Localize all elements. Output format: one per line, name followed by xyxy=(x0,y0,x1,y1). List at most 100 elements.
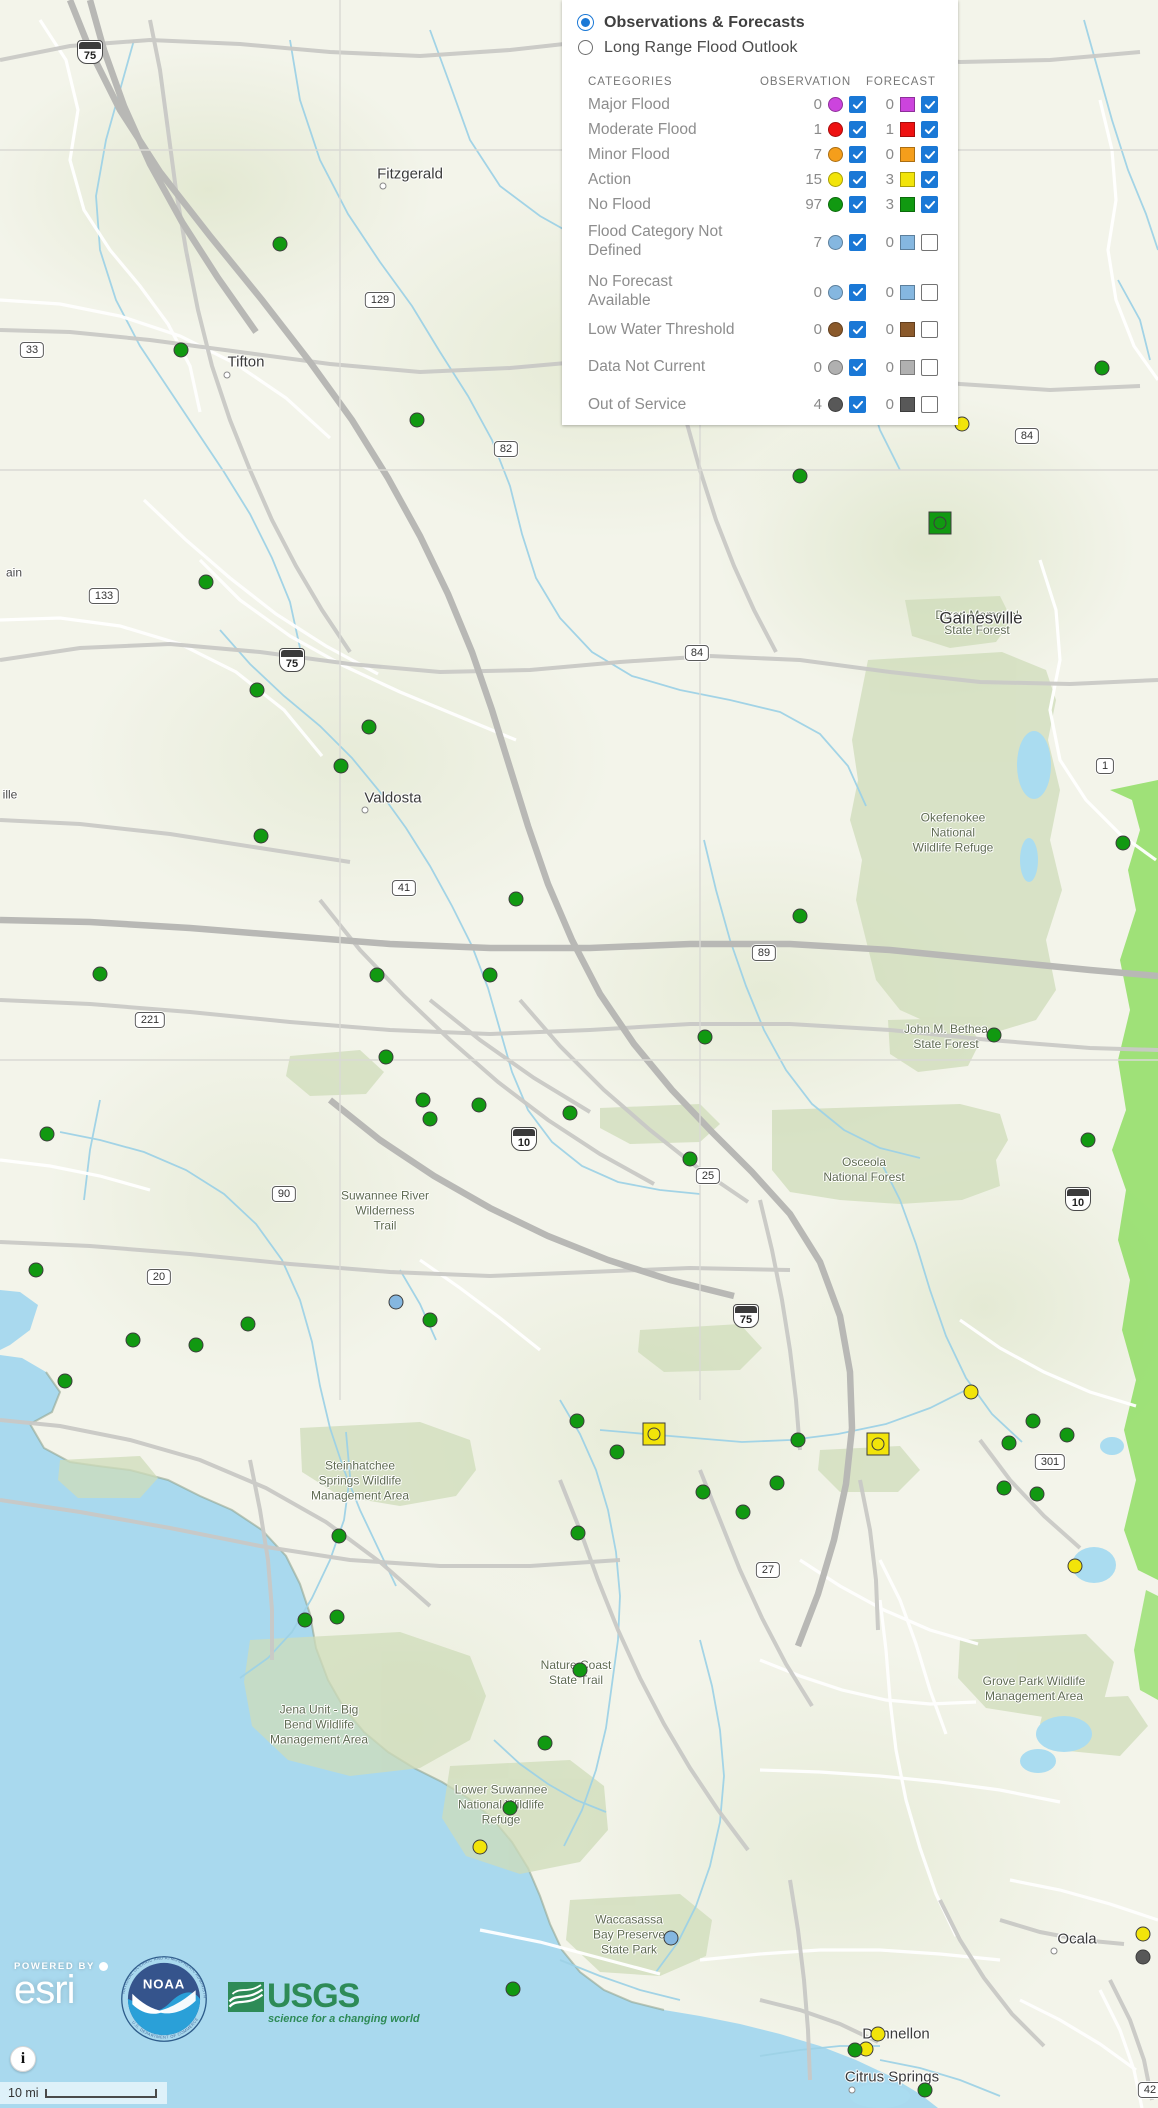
gauge-marker-observation[interactable] xyxy=(39,1126,55,1142)
forecast-checkbox[interactable] xyxy=(921,196,938,213)
observation-checkbox[interactable] xyxy=(849,233,866,251)
gauge-marker-observation[interactable] xyxy=(28,1262,44,1278)
gauge-marker-observation[interactable] xyxy=(917,2082,933,2098)
gauge-marker-observation[interactable] xyxy=(569,1413,585,1429)
observation-checkbox[interactable] xyxy=(849,321,866,338)
forecast-checkbox[interactable] xyxy=(921,96,938,113)
gauge-marker-observation[interactable] xyxy=(369,967,385,983)
radio-observations-forecasts-indicator[interactable] xyxy=(578,15,593,30)
info-button[interactable]: i xyxy=(10,2046,36,2072)
gauge-marker-observation[interactable] xyxy=(378,1049,394,1065)
gauge-marker-observation[interactable] xyxy=(1135,1926,1151,1942)
legend-forecast-cell[interactable]: 0 xyxy=(866,283,958,301)
legend-forecast-cell[interactable]: 0 xyxy=(866,96,958,113)
gauge-marker-observation[interactable] xyxy=(329,1609,345,1625)
gauge-marker-forecast[interactable] xyxy=(866,1432,890,1456)
gauge-marker-observation[interactable] xyxy=(333,758,349,774)
legend-category-rows[interactable]: Major Flood 0 0 Moderate Flood 1 1 Minor Flood… xyxy=(562,92,958,417)
gauge-marker-observation[interactable] xyxy=(986,1027,1002,1043)
gauge-marker-observation[interactable] xyxy=(297,1612,313,1628)
gauge-marker-observation[interactable] xyxy=(1029,1486,1045,1502)
gauge-marker-observation[interactable] xyxy=(409,412,425,428)
gauge-marker-observation[interactable] xyxy=(695,1484,711,1500)
gauge-marker-observation[interactable] xyxy=(272,236,288,252)
gauge-marker-observation[interactable] xyxy=(505,1981,521,1997)
observation-checkbox[interactable] xyxy=(849,171,866,188)
gauge-marker-observation[interactable] xyxy=(422,1111,438,1127)
gauge-marker-observation[interactable] xyxy=(697,1029,713,1045)
legend-observation-cell[interactable]: 15 xyxy=(756,171,866,188)
observation-checkbox[interactable] xyxy=(849,283,866,301)
legend-observation-cell[interactable]: 4 xyxy=(756,396,866,413)
gauge-marker-observation[interactable] xyxy=(769,1475,785,1491)
gauge-marker-observation[interactable] xyxy=(682,1151,698,1167)
forecast-checkbox[interactable] xyxy=(921,171,938,188)
legend-row-no-flood[interactable]: No Flood 97 3 xyxy=(562,192,958,217)
legend-observation-cell[interactable]: 7 xyxy=(756,233,866,251)
legend-row-low-water-threshold[interactable]: Low Water Threshold 0 0 xyxy=(562,317,958,342)
gauge-marker-observation[interactable] xyxy=(609,1444,625,1460)
forecast-checkbox[interactable] xyxy=(921,283,938,301)
gauge-marker-observation[interactable] xyxy=(1080,1132,1096,1148)
gauge-marker-observation[interactable] xyxy=(331,1528,347,1544)
gauge-marker-observation[interactable] xyxy=(502,1800,518,1816)
observation-checkbox[interactable] xyxy=(849,358,866,376)
gauge-marker-observation[interactable] xyxy=(1115,835,1131,851)
gauge-marker-observation[interactable] xyxy=(415,1092,431,1108)
gauge-marker-observation[interactable] xyxy=(996,1480,1012,1496)
radio-long-range-flood-outlook[interactable]: Long Range Flood Outlook xyxy=(562,35,958,60)
observation-checkbox[interactable] xyxy=(849,396,866,413)
forecast-checkbox[interactable] xyxy=(921,321,938,338)
legend-observation-cell[interactable]: 1 xyxy=(756,121,866,138)
legend-forecast-cell[interactable]: 0 xyxy=(866,321,958,338)
gauge-marker-observation[interactable] xyxy=(388,1294,404,1310)
legend-forecast-cell[interactable]: 0 xyxy=(866,358,958,376)
legend-row-no-forecast-available[interactable]: No Forecast Available 0 0 xyxy=(562,267,958,317)
gauge-marker-observation[interactable] xyxy=(570,1525,586,1541)
legend-row-minor-flood[interactable]: Minor Flood 7 0 xyxy=(562,142,958,167)
forecast-checkbox[interactable] xyxy=(921,233,938,251)
forecast-checkbox[interactable] xyxy=(921,121,938,138)
gauge-marker-observation[interactable] xyxy=(508,891,524,907)
observation-checkbox[interactable] xyxy=(849,121,866,138)
gauge-marker-observation[interactable] xyxy=(963,1384,979,1400)
radio-long-range-flood-outlook-indicator[interactable] xyxy=(578,40,593,55)
gauge-marker-observation[interactable] xyxy=(471,1097,487,1113)
gauge-marker-observation[interactable] xyxy=(482,967,498,983)
gauge-marker-observation[interactable] xyxy=(847,2042,863,2058)
legend-row-moderate-flood[interactable]: Moderate Flood 1 1 xyxy=(562,117,958,142)
gauge-marker-observation[interactable] xyxy=(173,342,189,358)
legend-forecast-cell[interactable]: 0 xyxy=(866,396,958,413)
gauge-marker-forecast[interactable] xyxy=(642,1422,666,1446)
gauge-marker-observation[interactable] xyxy=(792,908,808,924)
observation-checkbox[interactable] xyxy=(849,146,866,163)
gauge-marker-observation[interactable] xyxy=(792,468,808,484)
legend-observation-cell[interactable]: 97 xyxy=(756,196,866,213)
gauge-marker-observation[interactable] xyxy=(1067,1558,1083,1574)
legend-panel[interactable]: Observations & Forecasts Long Range Floo… xyxy=(562,0,958,425)
legend-row-major-flood[interactable]: Major Flood 0 0 xyxy=(562,92,958,117)
legend-observation-cell[interactable]: 0 xyxy=(756,358,866,376)
gauge-marker-observation[interactable] xyxy=(537,1735,553,1751)
gauge-marker-observation[interactable] xyxy=(1001,1435,1017,1451)
legend-row-out-of-service[interactable]: Out of Service 4 0 xyxy=(562,392,958,417)
gauge-marker-observation[interactable] xyxy=(125,1332,141,1348)
gauge-marker-observation[interactable] xyxy=(249,682,265,698)
legend-row-data-not-current[interactable]: Data Not Current 0 0 xyxy=(562,342,958,392)
gauge-marker-observation[interactable] xyxy=(422,1312,438,1328)
gauge-marker-observation[interactable] xyxy=(562,1105,578,1121)
gauge-marker-observation[interactable] xyxy=(735,1504,751,1520)
gauge-marker-observation[interactable] xyxy=(361,719,377,735)
gauge-marker-observation[interactable] xyxy=(572,1662,588,1678)
gauge-marker-observation[interactable] xyxy=(870,2026,886,2042)
legend-observation-cell[interactable]: 0 xyxy=(756,283,866,301)
gauge-marker-observation[interactable] xyxy=(1094,360,1110,376)
legend-observation-cell[interactable]: 0 xyxy=(756,96,866,113)
gauge-marker-observation[interactable] xyxy=(198,574,214,590)
forecast-checkbox[interactable] xyxy=(921,396,938,413)
gauge-marker-observation[interactable] xyxy=(790,1432,806,1448)
legend-observation-cell[interactable]: 0 xyxy=(756,321,866,338)
forecast-checkbox[interactable] xyxy=(921,358,938,376)
legend-observation-cell[interactable]: 7 xyxy=(756,146,866,163)
legend-forecast-cell[interactable]: 0 xyxy=(866,233,958,251)
